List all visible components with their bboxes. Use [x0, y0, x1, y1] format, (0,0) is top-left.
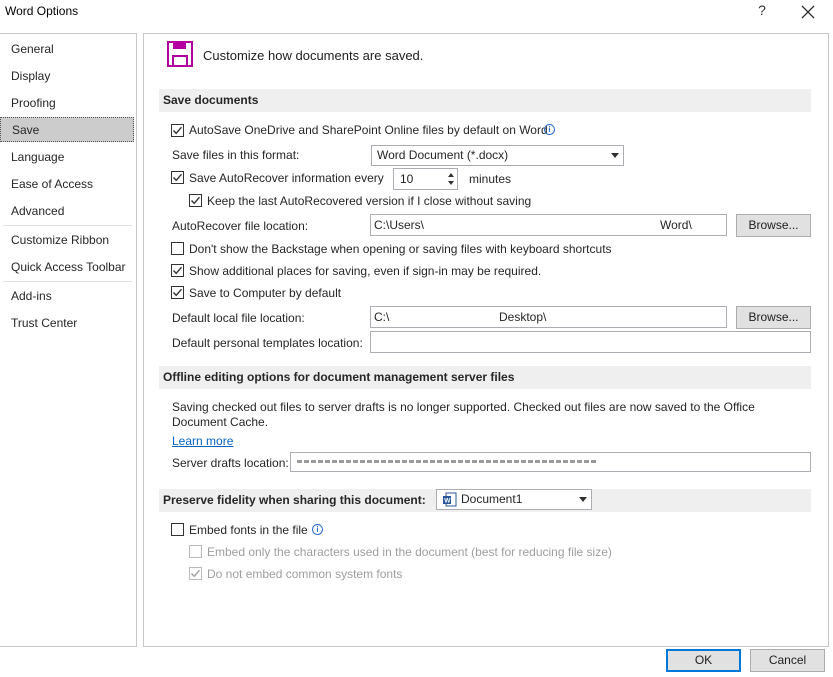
sidebar-item-general[interactable]: General	[0, 37, 134, 61]
show-additional-places-label: Show additional places for saving, even …	[189, 264, 542, 278]
spin-down-icon[interactable]	[448, 181, 454, 185]
no-common-system-fonts-checkbox[interactable]	[189, 567, 202, 580]
autorecover-location-label: AutoRecover file location:	[172, 219, 309, 233]
save-icon	[167, 41, 193, 67]
close-button[interactable]	[796, 1, 820, 23]
autorecover-location-start: C:\Users\	[374, 218, 425, 232]
sidebar-item-proofing[interactable]: Proofing	[0, 91, 134, 115]
no-common-system-fonts-label: Do not embed common system fonts	[207, 567, 403, 581]
embed-only-used-characters-checkbox[interactable]	[189, 545, 202, 558]
templates-location-input[interactable]	[370, 331, 811, 353]
checkmark-icon	[172, 266, 183, 275]
embed-fonts-checkbox[interactable]	[171, 523, 184, 536]
chevron-down-icon	[579, 497, 587, 502]
spin-up-icon[interactable]	[448, 173, 454, 177]
sidebar-item-add-ins[interactable]: Add-ins	[0, 284, 134, 308]
autorecover-location-end: Word\	[660, 218, 692, 232]
autorecover-label: Save AutoRecover information every	[189, 171, 384, 185]
sidebar-divider	[3, 225, 132, 226]
close-icon	[801, 5, 815, 19]
sidebar-item-save[interactable]: Save	[0, 117, 134, 142]
autosave-label: AutoSave OneDrive and SharePoint Online …	[189, 123, 548, 137]
dont-show-backstage-checkbox[interactable]	[171, 242, 184, 255]
offline-notice: Saving checked out files to server draft…	[172, 400, 755, 429]
server-drafts-label: Server drafts location:	[172, 456, 289, 470]
word-document-icon: W	[443, 492, 457, 507]
default-local-location-label: Default local file location:	[172, 311, 305, 325]
help-button[interactable]: ?	[754, 2, 770, 22]
keep-last-label: Keep the last AutoRecovered version if I…	[207, 194, 532, 208]
sidebar-item-customize-ribbon[interactable]: Customize Ribbon	[0, 228, 134, 252]
cancel-button[interactable]: Cancel	[750, 649, 825, 672]
checkmark-icon	[190, 196, 201, 205]
autorecover-browse-button[interactable]: Browse...	[736, 214, 811, 237]
checkmark-icon	[172, 288, 183, 297]
autorecover-checkbox[interactable]	[171, 171, 184, 184]
ok-button[interactable]: OK	[666, 649, 741, 672]
sidebar-item-advanced[interactable]: Advanced	[0, 199, 134, 223]
save-to-computer-label: Save to Computer by default	[189, 286, 342, 300]
server-drafts-input[interactable]	[290, 452, 811, 472]
section-header-save-documents: Save documents	[159, 89, 811, 112]
dont-show-backstage-label: Don't show the Backstage when opening or…	[189, 242, 612, 256]
templates-location-label: Default personal templates location:	[172, 336, 363, 350]
title-bar: Word Options ?	[0, 0, 833, 30]
sidebar-item-language[interactable]: Language	[0, 145, 134, 169]
svg-text:W: W	[444, 498, 451, 505]
format-dropdown[interactable]: Word Document (*.docx)	[371, 145, 624, 166]
sidebar: General Display Proofing Save Language E…	[0, 33, 137, 647]
sidebar-item-trust-center[interactable]: Trust Center	[0, 311, 134, 335]
section-header-offline-editing: Offline editing options for document man…	[159, 366, 811, 389]
info-icon: i	[312, 524, 323, 535]
sidebar-item-quick-access-toolbar[interactable]: Quick Access Toolbar	[0, 255, 134, 279]
fidelity-document-value: Document1	[461, 492, 523, 506]
checkmark-icon	[172, 126, 183, 135]
keep-last-checkbox[interactable]	[189, 194, 202, 207]
chevron-down-icon	[611, 153, 619, 158]
autorecover-minutes-stepper[interactable]: 10	[393, 168, 458, 190]
fidelity-document-dropdown[interactable]: W Document1	[436, 489, 592, 510]
default-local-browse-button[interactable]: Browse...	[736, 306, 811, 329]
info-icon: i	[544, 124, 555, 135]
default-local-location-input[interactable]: C:\ Desktop\	[370, 306, 727, 328]
embed-only-used-characters-label: Embed only the characters used in the do…	[207, 545, 612, 559]
default-local-location-start: C:\	[374, 310, 390, 324]
sidebar-divider	[3, 281, 132, 282]
sidebar-item-ease-of-access[interactable]: Ease of Access	[0, 172, 134, 196]
save-to-computer-checkbox[interactable]	[171, 286, 184, 299]
server-drafts-value-obscured	[297, 460, 597, 463]
format-value: Word Document (*.docx)	[377, 148, 509, 162]
autorecover-minutes-value: 10	[400, 172, 414, 186]
default-local-location-end: Desktop\	[499, 310, 547, 324]
learn-more-link[interactable]: Learn more	[172, 434, 233, 448]
format-label: Save files in this format:	[172, 148, 300, 162]
show-additional-places-checkbox[interactable]	[171, 264, 184, 277]
window-title: Word Options	[5, 4, 79, 18]
page-heading: Customize how documents are saved.	[203, 48, 424, 63]
embed-fonts-label: Embed fonts in the file	[189, 523, 308, 537]
autorecover-location-input[interactable]: C:\Users\ Word\	[370, 214, 727, 236]
checkmark-icon	[172, 173, 183, 182]
checkmark-icon	[190, 569, 201, 578]
sidebar-item-display[interactable]: Display	[0, 64, 134, 88]
minutes-label: minutes	[469, 172, 512, 186]
autosave-checkbox[interactable]	[171, 124, 184, 137]
